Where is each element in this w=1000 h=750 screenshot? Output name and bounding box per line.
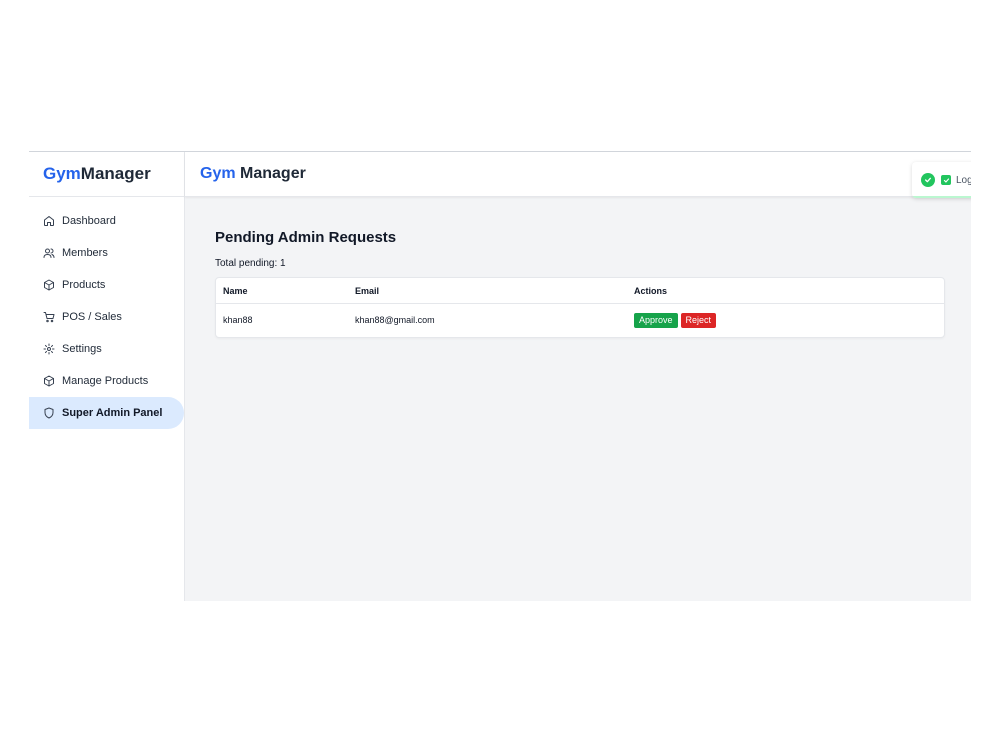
sidebar-item-products[interactable]: Products (29, 269, 184, 301)
shield-icon (44, 407, 54, 419)
sidebar-item-members[interactable]: Members (29, 237, 184, 269)
sidebar-item-label: POS / Sales (62, 311, 122, 323)
package-icon (44, 375, 54, 387)
table-header-row: Name Email Actions (216, 278, 944, 304)
logo-prefix: Gym (43, 164, 81, 183)
sidebar-item-label: Manage Products (62, 375, 149, 387)
sidebar-nav: Dashboard Members Products POS / Sales S… (29, 205, 184, 429)
sidebar-item-label: Super Admin Panel (62, 407, 163, 419)
toast-message: Login successful (956, 174, 971, 186)
cell-actions: Approve Reject (627, 304, 944, 337)
sidebar: Gym Manager Dashboard Members Products PO… (29, 152, 185, 601)
sidebar-item-pos-sales[interactable]: POS / Sales (29, 301, 184, 333)
requests-table: Name Email Actions khan88 khan88@gmail.c… (215, 277, 945, 338)
package-icon (44, 279, 54, 291)
reject-button[interactable]: Reject (680, 312, 717, 328)
total-pending: Total pending: 1 (215, 258, 286, 269)
column-header-name: Name (216, 278, 348, 304)
sidebar-item-label: Products (62, 279, 106, 291)
app-window: Gym Manager Dashboard Members Products PO… (29, 151, 971, 601)
sidebar-item-super-admin-panel[interactable]: Super Admin Panel (29, 397, 184, 429)
header-title-prefix: Gym (200, 165, 236, 182)
cart-icon (43, 312, 55, 323)
cell-name: khan88 (223, 315, 253, 325)
app-logo[interactable]: Gym Manager (29, 152, 184, 197)
page-title: Pending Admin Requests (215, 229, 397, 246)
checkbox-check-icon (941, 175, 951, 185)
column-header-email: Email (348, 278, 627, 304)
users-icon (43, 248, 55, 258)
approve-button[interactable]: Approve (634, 312, 678, 328)
column-header-actions: Actions (627, 278, 944, 304)
sidebar-item-label: Members (62, 247, 108, 259)
table-row: khan88 khan88@gmail.com Approve Reject (216, 304, 944, 337)
sidebar-item-label: Dashboard (62, 215, 116, 227)
sidebar-item-manage-products[interactable]: Manage Products (29, 365, 184, 397)
success-toast: Login successful × (912, 162, 971, 198)
gear-icon (43, 343, 55, 355)
sidebar-item-settings[interactable]: Settings (29, 333, 184, 365)
header-title-suffix: Manager (235, 165, 306, 182)
check-circle-icon (921, 173, 935, 187)
logo-suffix: Manager (80, 164, 151, 183)
top-bar: Gym Manager Login successful × (185, 152, 971, 198)
home-icon (44, 216, 54, 226)
main-content: Pending Admin Requests (215, 229, 396, 246)
sidebar-item-label: Settings (62, 343, 102, 355)
toast-progress-bar (912, 196, 971, 198)
sidebar-item-dashboard[interactable]: Dashboard (29, 205, 184, 237)
cell-email: khan88@gmail.com (355, 315, 435, 325)
